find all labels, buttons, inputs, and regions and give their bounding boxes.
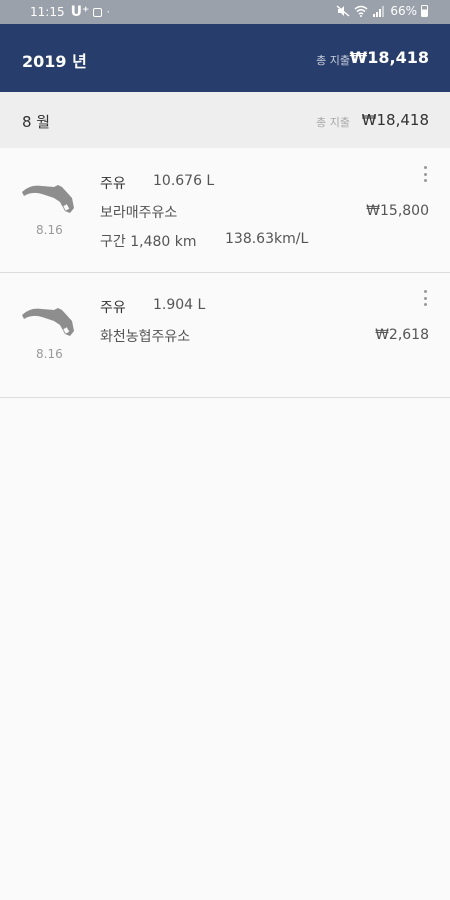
- month-total-label: 총 지출: [316, 116, 350, 129]
- year-total-value: ₩18,418: [349, 48, 429, 67]
- record-efficiency: 138.63km/L: [225, 231, 309, 247]
- status-left: 11:15 U⁺ ·: [30, 4, 110, 20]
- status-bar: 11:15 U⁺ · 66%: [0, 0, 450, 24]
- year-total-label: 총 지출: [316, 54, 350, 67]
- status-time: 11:15: [30, 5, 65, 19]
- year-header: 2019 년 총 지출 ₩18,418: [0, 24, 450, 92]
- record-amount: 1.904 L: [153, 297, 206, 313]
- record-type: 주유: [100, 300, 126, 316]
- battery-icon: [421, 5, 428, 17]
- fuel-record[interactable]: 8.16 주유 1.904 L 화천농협주유소 ₩2,618: [0, 273, 450, 398]
- record-date: 8.16: [36, 347, 63, 361]
- notification-dot-icon: ·: [106, 5, 111, 19]
- month-total-value: ₩18,418: [361, 111, 429, 129]
- wifi-icon: [354, 5, 368, 17]
- status-carrier: U⁺: [70, 4, 90, 20]
- record-price: ₩2,618: [375, 327, 429, 343]
- battery-percent: 66%: [390, 4, 417, 18]
- more-vert-icon[interactable]: [418, 288, 432, 308]
- record-price: ₩15,800: [366, 203, 429, 219]
- more-vert-icon[interactable]: [418, 164, 432, 184]
- year-label[interactable]: 2019 년: [22, 48, 87, 72]
- status-right: 66%: [336, 4, 428, 18]
- record-date: 8.16: [36, 223, 63, 237]
- record-station: 보라매주유소: [100, 205, 178, 221]
- record-distance: 구간 1,480 km: [100, 234, 197, 250]
- fuel-record[interactable]: 8.16 주유 10.676 L 보라매주유소 ₩15,800 구간 1,480…: [0, 148, 450, 273]
- month-label: 8 월: [22, 113, 51, 131]
- mute-icon: [336, 5, 350, 17]
- signal-icon: [373, 6, 385, 17]
- month-header: 8 월 총 지출 ₩18,418: [0, 92, 450, 149]
- record-amount: 10.676 L: [153, 173, 215, 189]
- record-type: 주유: [100, 176, 126, 192]
- fuel-nozzle-icon: [22, 308, 74, 336]
- fuel-nozzle-icon: [22, 185, 74, 213]
- record-station: 화천농협주유소: [100, 329, 191, 345]
- notification-icon: [93, 7, 103, 17]
